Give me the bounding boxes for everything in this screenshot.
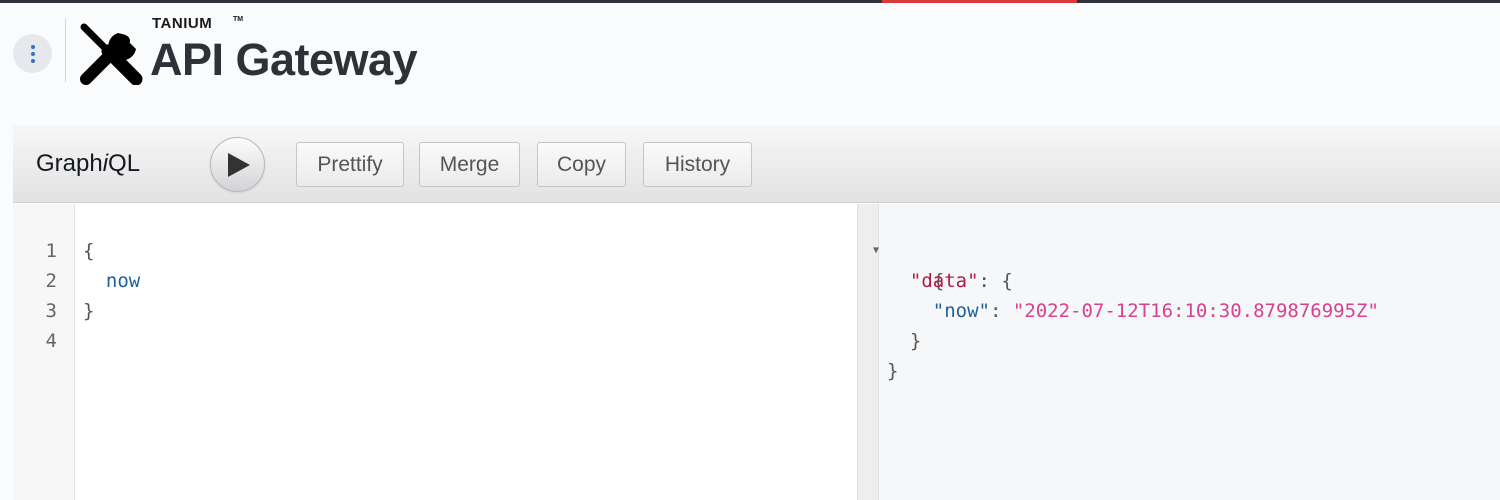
- dot: [30, 51, 35, 56]
- prettify-button[interactable]: Prettify: [296, 142, 404, 187]
- line-number: 4: [45, 330, 57, 352]
- fold-toggle-icon[interactable]: ▼: [873, 236, 879, 266]
- brace: }: [909, 330, 922, 352]
- code-line[interactable]: }: [83, 296, 94, 326]
- result-line: }: [887, 356, 898, 386]
- copy-button[interactable]: Copy: [537, 142, 626, 187]
- line-number: 3: [45, 300, 57, 322]
- result-viewer: ▼{ "data": { "now": "2022-07-12T16:10:30…: [873, 204, 1500, 500]
- punct: : {: [978, 270, 1013, 292]
- json-key-now: "now": [932, 300, 990, 322]
- line-number: 2: [45, 270, 57, 292]
- result-line: ▼{: [873, 236, 944, 292]
- history-button[interactable]: History: [643, 142, 752, 187]
- dot: [30, 58, 35, 63]
- merge-button[interactable]: Merge: [419, 142, 520, 187]
- graphiql-title: GraphiQL: [36, 150, 140, 178]
- result-line: "data": {: [887, 266, 1013, 296]
- play-icon: [228, 152, 250, 177]
- wrench-screwdriver-icon: [80, 23, 143, 85]
- title-suffix: QL: [108, 150, 141, 177]
- result-line: }: [887, 326, 921, 356]
- execute-query-button[interactable]: [210, 137, 265, 192]
- punct: :: [989, 300, 1013, 322]
- query-editor[interactable]: 1 { 2 now 3 } 4: [13, 204, 857, 500]
- json-key-data: "data": [909, 270, 979, 292]
- menu-button[interactable]: [13, 34, 52, 73]
- title-prefix: Graph: [36, 150, 103, 177]
- graphiql-toolbar: GraphiQL Prettify Merge Copy History: [13, 125, 1500, 203]
- line-number: 1: [45, 240, 57, 262]
- field-now: now: [105, 270, 141, 292]
- brand-name: TANIUM: [152, 15, 213, 32]
- header-divider: [65, 18, 66, 82]
- code-line[interactable]: {: [83, 236, 94, 266]
- app-header: TANIUM TM API Gateway: [0, 3, 1500, 125]
- vertical-dots-icon: [30, 44, 35, 49]
- app-title: API Gateway: [150, 34, 418, 85]
- brace: }: [887, 360, 899, 382]
- code-line[interactable]: now: [83, 266, 140, 296]
- json-value-now: "2022-07-12T16:10:30.879876995Z": [1012, 300, 1379, 322]
- trademark: TM: [233, 16, 244, 23]
- result-line: "now": "2022-07-12T16:10:30.879876995Z": [887, 296, 1379, 326]
